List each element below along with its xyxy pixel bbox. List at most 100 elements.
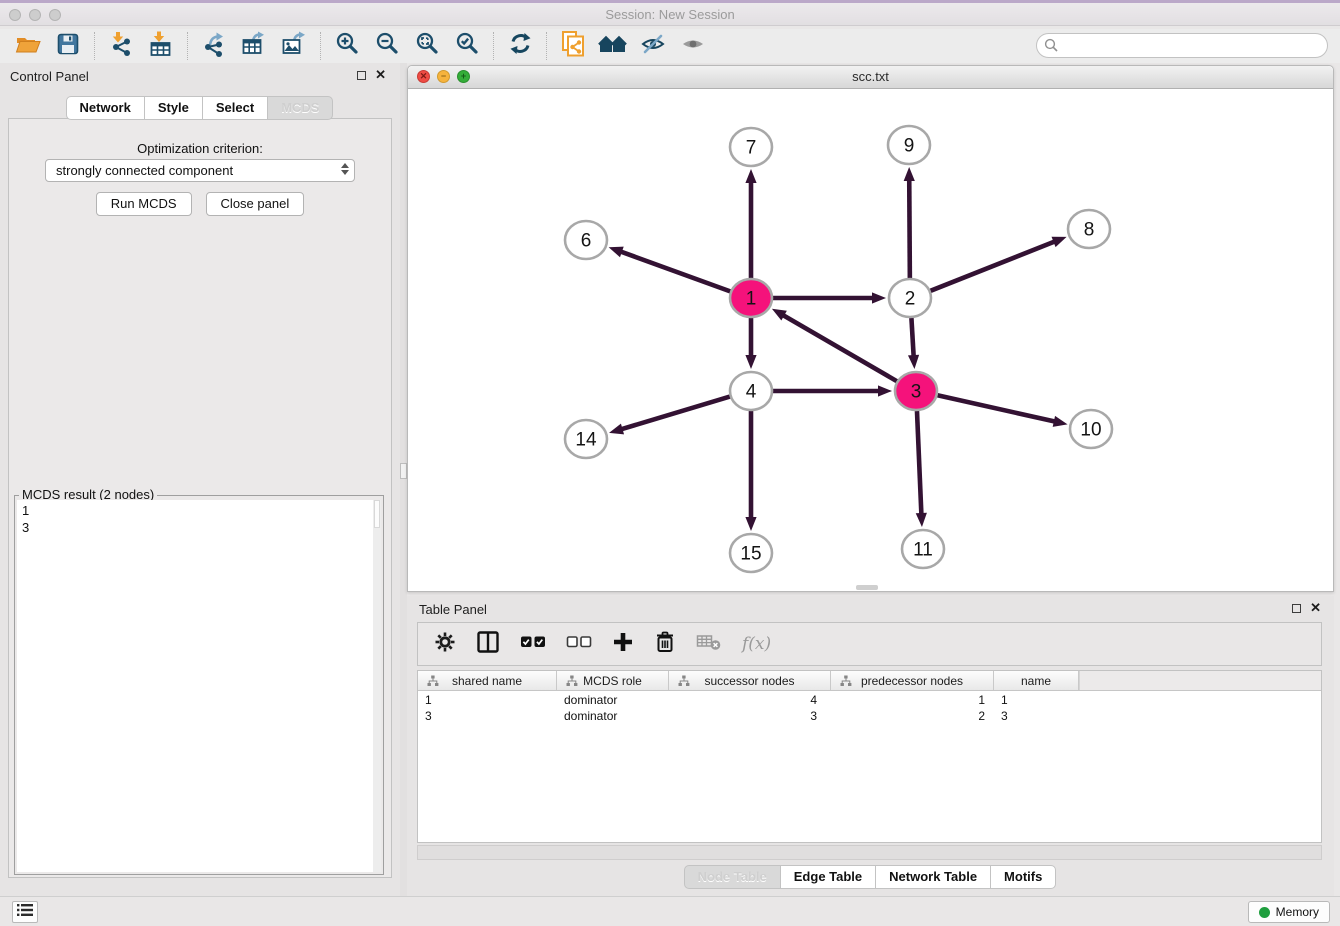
edge-3-1[interactable] [780, 313, 897, 381]
table-cell[interactable]: dominator [557, 691, 669, 707]
float-table-panel-icon[interactable] [1292, 604, 1301, 613]
table-cell[interactable]: 3 [994, 707, 1079, 723]
net-close-icon[interactable]: ✕ [417, 70, 430, 83]
deselect-checkboxes-icon[interactable] [566, 635, 592, 654]
node-label-10: 10 [1080, 420, 1101, 441]
node-label-9: 9 [904, 136, 915, 157]
zoom-out-button[interactable] [367, 31, 407, 61]
table-cell[interactable]: 2 [831, 707, 994, 723]
houses-button[interactable] [593, 31, 633, 61]
clone-network-button[interactable] [553, 31, 593, 61]
node-label-11: 11 [913, 540, 933, 561]
settings-gear-icon[interactable] [434, 631, 456, 658]
table-row[interactable]: 3dominator323 [418, 707, 1321, 723]
export-image-icon [281, 31, 308, 62]
edge-3-10[interactable] [937, 395, 1058, 422]
result-scrollbar[interactable] [373, 500, 381, 872]
import-network-button[interactable] [101, 31, 141, 61]
column-header-shared-name[interactable]: shared name [418, 671, 557, 690]
network-window-title: scc.txt [408, 66, 1333, 88]
table-cell[interactable]: 1 [418, 691, 557, 707]
splitter-handle[interactable] [400, 463, 407, 479]
table-cell[interactable]: 4 [669, 691, 831, 707]
edge-4-14[interactable] [618, 397, 730, 431]
optimization-criterion-label: Optimization criterion: [9, 141, 391, 156]
zoom-fit-button[interactable] [407, 31, 447, 61]
table-cell[interactable]: 1 [994, 691, 1079, 707]
table-cell[interactable]: 1 [831, 691, 994, 707]
task-history-button[interactable] [12, 901, 38, 923]
toolbar-separator [320, 32, 321, 60]
toolbar-separator [493, 32, 494, 60]
network-window-titlebar[interactable]: ✕ − + scc.txt [408, 66, 1333, 89]
network-hscroll-handle[interactable] [856, 585, 878, 590]
optimization-criterion-select[interactable]: strongly connected component [45, 159, 355, 182]
table-row[interactable]: 1dominator411 [418, 691, 1321, 707]
network-canvas-svg: 1234678910111415 [408, 89, 1333, 591]
control-panel-title: Control Panel [0, 63, 400, 84]
tab-select[interactable]: Select [202, 96, 268, 120]
open-file-button[interactable] [8, 31, 48, 61]
tab-motifs[interactable]: Motifs [990, 865, 1056, 889]
tab-node-table[interactable]: Node Table [684, 865, 781, 889]
network-canvas[interactable]: 1234678910111415 [408, 89, 1333, 591]
node-label-15: 15 [740, 544, 761, 565]
window-close-icon[interactable] [9, 9, 21, 21]
delete-column-icon[interactable] [654, 630, 676, 659]
window-minimize-icon[interactable] [29, 9, 41, 21]
memory-button[interactable]: Memory [1248, 901, 1330, 923]
save-session-button[interactable] [48, 31, 88, 61]
table-cell[interactable]: 3 [418, 707, 557, 723]
export-table-button[interactable] [234, 31, 274, 61]
table-tabs: Node Table Edge Table Network Table Moti… [407, 865, 1334, 889]
zoom-in-button[interactable] [327, 31, 367, 61]
close-panel-button[interactable]: Close panel [206, 192, 305, 216]
hide-selected-button[interactable] [633, 31, 673, 61]
show-all-button[interactable] [673, 31, 713, 61]
net-maximize-icon[interactable]: + [457, 70, 470, 83]
column-header-predecessor-nodes[interactable]: predecessor nodes [831, 671, 994, 690]
export-network-button[interactable] [194, 31, 234, 61]
window-zoom-icon[interactable] [49, 9, 61, 21]
edge-2-9[interactable] [909, 176, 910, 278]
panel-splitter[interactable] [400, 63, 407, 896]
export-image-button[interactable] [274, 31, 314, 61]
arrowhead-4-15 [745, 517, 756, 531]
tab-network-table[interactable]: Network Table [875, 865, 991, 889]
edge-2-3[interactable] [911, 318, 913, 360]
delete-table-icon [696, 631, 722, 658]
tree-icon [678, 675, 690, 690]
search-input[interactable] [1036, 33, 1328, 58]
column-header-mcds-role[interactable]: MCDS role [557, 671, 669, 690]
node-label-3: 3 [911, 382, 922, 403]
select-all-checkboxes-icon[interactable] [520, 635, 546, 654]
node-table[interactable]: shared name MCDS role successor nodes pr… [417, 670, 1322, 843]
import-table-button[interactable] [141, 31, 181, 61]
open-folder-icon [15, 32, 41, 61]
table-cell[interactable]: 3 [669, 707, 831, 723]
column-header-successor-nodes[interactable]: successor nodes [669, 671, 831, 690]
refresh-button[interactable] [500, 31, 540, 61]
float-panel-icon[interactable] [357, 71, 366, 80]
mcds-result-text[interactable]: 1 3 [17, 500, 373, 872]
edge-3-11[interactable] [917, 411, 922, 518]
split-columns-icon[interactable] [476, 630, 500, 659]
tab-style[interactable]: Style [144, 96, 203, 120]
net-minimize-icon[interactable]: − [437, 70, 450, 83]
tab-edge-table[interactable]: Edge Table [780, 865, 876, 889]
edge-1-6[interactable] [617, 250, 730, 291]
tab-mcds[interactable]: MCDS [267, 96, 333, 120]
add-column-icon[interactable] [612, 631, 634, 658]
zoom-selected-button[interactable] [447, 31, 487, 61]
table-hscroll[interactable] [417, 845, 1322, 860]
eye-slash-icon [640, 32, 666, 61]
table-cell[interactable]: dominator [557, 707, 669, 723]
app-titlebar: Session: New Session [0, 0, 1340, 26]
two-houses-icon [598, 32, 628, 61]
edge-2-8[interactable] [931, 240, 1059, 291]
close-table-panel-icon[interactable]: ✕ [1310, 603, 1321, 613]
run-mcds-button[interactable]: Run MCDS [96, 192, 192, 216]
close-panel-icon[interactable]: ✕ [375, 70, 386, 80]
tab-network[interactable]: Network [66, 96, 145, 120]
column-header-name[interactable]: name [994, 671, 1079, 690]
